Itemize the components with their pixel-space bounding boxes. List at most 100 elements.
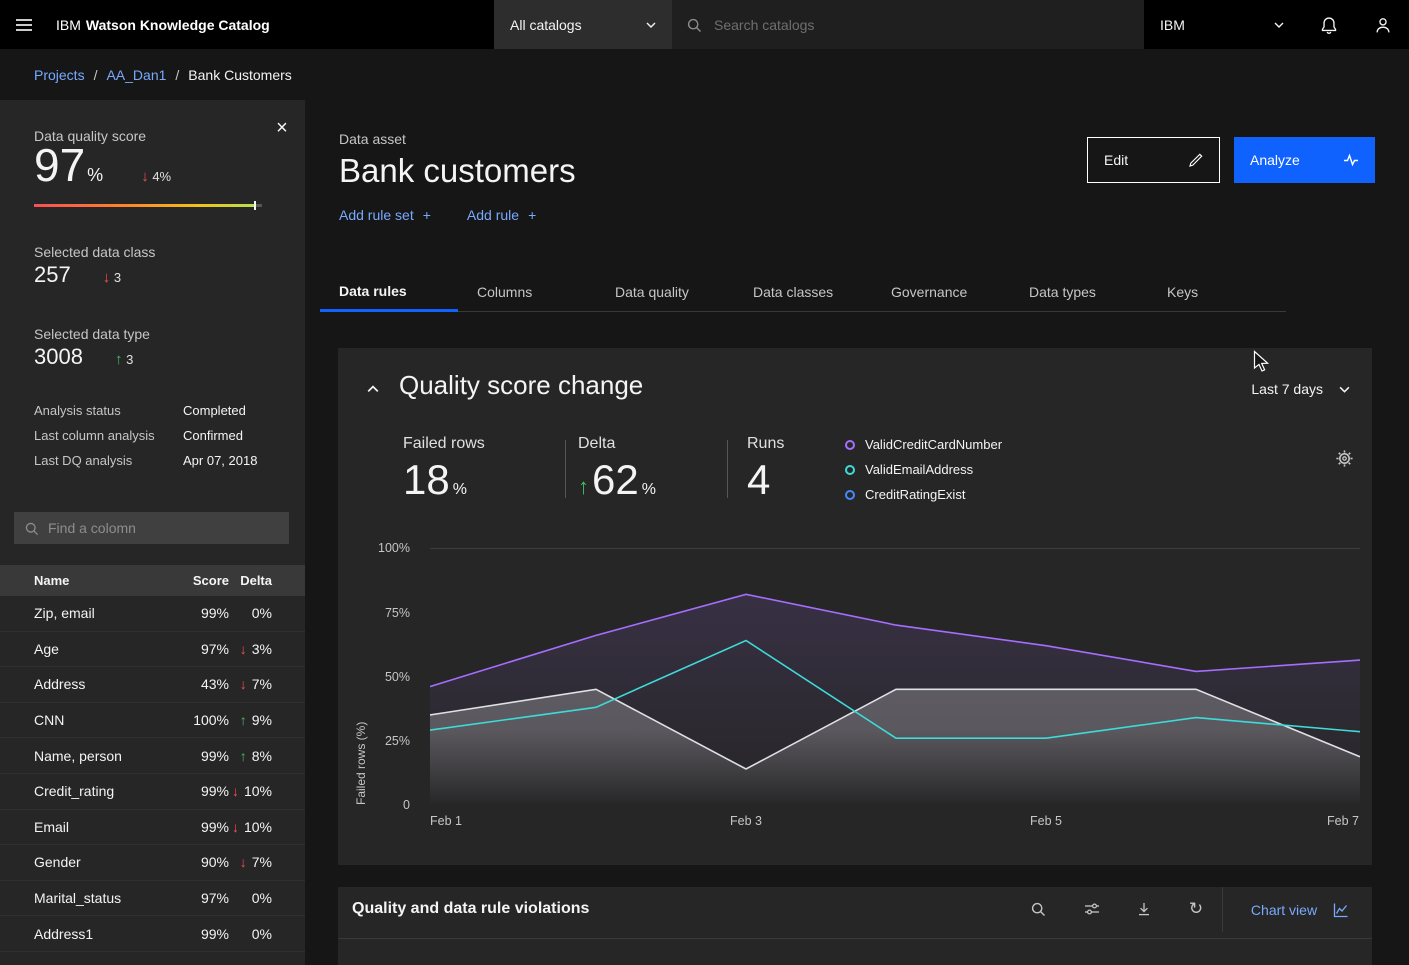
tab-columns[interactable]: Columns [458,272,596,312]
y-tick-label: 100% [350,541,410,555]
collapse-section-button[interactable] [362,378,384,400]
column-row[interactable]: Marital_status 97% 0% [0,881,305,917]
data-class-value: 257 ↓ 3 [34,262,121,288]
legend-label: ValidCreditCardNumber [865,437,1002,452]
catalog-dropdown[interactable]: All catalogs [494,0,672,49]
data-quality-sidebar: × Data quality score 97 % ↓ 4% Selected … [0,100,305,965]
quality-score-change-card: Quality score change Last 7 days Failed … [338,348,1372,865]
download-button[interactable] [1127,892,1161,926]
column-name: Address [0,676,167,692]
violations-card: Quality and data rule violations ↻ [338,887,1372,965]
analyze-button[interactable]: Analyze [1234,137,1375,183]
hamburger-menu-button[interactable] [0,0,48,49]
breadcrumb-projects[interactable]: Projects [34,67,85,83]
y-tick-label: 25% [350,734,410,748]
column-score: 43% [167,676,229,692]
column-row[interactable]: Gender 90% ↓ 7% [0,845,305,881]
column-score: 99% [167,605,229,621]
chart-settings-button[interactable] [1333,447,1355,469]
breadcrumb: Projects / AA_Dan1 / Bank Customers [0,49,1409,100]
tab-data-quality[interactable]: Data quality [596,272,734,312]
chevron-up-icon [367,385,379,393]
failed-rows-line-chart[interactable] [430,548,1360,806]
toolbar-divider [1222,887,1223,932]
tab-governance[interactable]: Governance [872,272,1010,312]
down-arrow-icon: ↓ [141,168,149,185]
legend-item[interactable]: ValidEmailAddress [845,457,1002,482]
legend-item[interactable]: ValidCreditCardNumber [845,432,1002,457]
delta-arrow-icon: ↑ [240,712,247,728]
search-input[interactable] [714,17,1130,33]
column-row[interactable]: Address 43% ↓ 7% [0,667,305,703]
breadcrumb-current: Bank Customers [188,67,291,83]
delta-arrow-icon: ↑ [240,748,247,764]
time-range-dropdown[interactable]: Last 7 days [1251,381,1350,397]
x-tick-label: Feb 1 [406,814,486,828]
tab-data-classes[interactable]: Data classes [734,272,872,312]
add-rule-set-link[interactable]: Add rule set + [339,207,431,223]
notifications-button[interactable] [1302,0,1355,49]
asset-type-label: Data asset [339,131,406,147]
column-name: Email [0,819,167,835]
meta-value: Confirmed [183,428,243,443]
column-score: 97% [167,641,229,657]
column-name: Address1 [0,926,167,942]
column-delta: 0% [252,926,272,942]
delta-arrow-icon: ↓ [240,854,247,870]
meta-value: Completed [183,403,246,418]
column-name: Marital_status [0,890,167,906]
column-row[interactable]: Address1 99% 0% [0,916,305,952]
column-score: 99% [167,819,229,835]
tab-data-types[interactable]: Data types [1010,272,1148,312]
user-icon [1374,16,1392,34]
chevron-down-icon [646,22,656,28]
add-rule-link[interactable]: Add rule + [467,207,536,223]
chevron-down-icon [1339,386,1350,393]
column-delta: 3% [252,641,272,657]
meta-label: Analysis status [34,403,183,418]
column-row[interactable]: Age 97% ↓ 3% [0,632,305,668]
filter-settings-button[interactable] [1075,892,1109,926]
sliders-icon [1084,901,1100,917]
pencil-icon [1188,153,1203,168]
asset-tabs: Data rulesColumnsData qualityData classe… [320,272,1286,312]
search-icon [686,17,702,33]
tab-data-rules[interactable]: Data rules [320,272,458,312]
user-profile-button[interactable] [1356,0,1409,49]
column-row[interactable]: Credit_rating 99% ↓ 10% [0,774,305,810]
stat-divider [565,440,566,498]
violations-table-header: Rule setRule statusRun statusRule typeBi… [338,938,1372,965]
chart-view-toggle[interactable]: Chart view [1228,887,1372,932]
edit-button[interactable]: Edit [1087,137,1220,183]
breadcrumb-project-name[interactable]: AA_Dan1 [106,67,166,83]
column-delta: 7% [252,676,272,692]
column-row[interactable]: CNN 100% ↑ 9% [0,703,305,739]
find-column-input[interactable] [48,520,279,536]
hamburger-icon [14,15,34,35]
delta-arrow-icon: ↓ [240,641,247,657]
up-arrow-icon: ↑ [115,351,123,368]
tab-keys[interactable]: Keys [1148,272,1286,312]
column-name: Name, person [0,748,167,764]
data-class-label: Selected data class [34,244,155,260]
column-row[interactable]: Email 99% ↓ 10% [0,810,305,846]
column-score: 100% [167,712,229,728]
gear-icon [1336,450,1353,467]
delta-arrow-icon: ↓ [232,783,239,799]
close-sidebar-button[interactable]: × [268,114,296,142]
down-arrow-icon: ↓ [103,269,111,286]
analysis-meta-list: Analysis status Completed Last column an… [34,398,274,473]
search-icon [1030,901,1046,917]
search-icon [24,521,39,536]
data-type-value: 3008 ↑ 3 [34,344,133,370]
column-name: CNN [0,712,167,728]
column-row[interactable]: Name, person 99% ↑ 8% [0,738,305,774]
table-search-button[interactable] [1021,892,1055,926]
account-dropdown[interactable]: IBM [1144,0,1302,49]
tab-label: Keys [1167,284,1198,300]
y-tick-label: 50% [350,670,410,684]
legend-item[interactable]: CreditRatingExist [845,482,1002,507]
refresh-button[interactable]: ↻ [1179,892,1213,926]
column-delta: 10% [244,819,272,835]
column-row[interactable]: Zip, email 99% 0% [0,596,305,632]
